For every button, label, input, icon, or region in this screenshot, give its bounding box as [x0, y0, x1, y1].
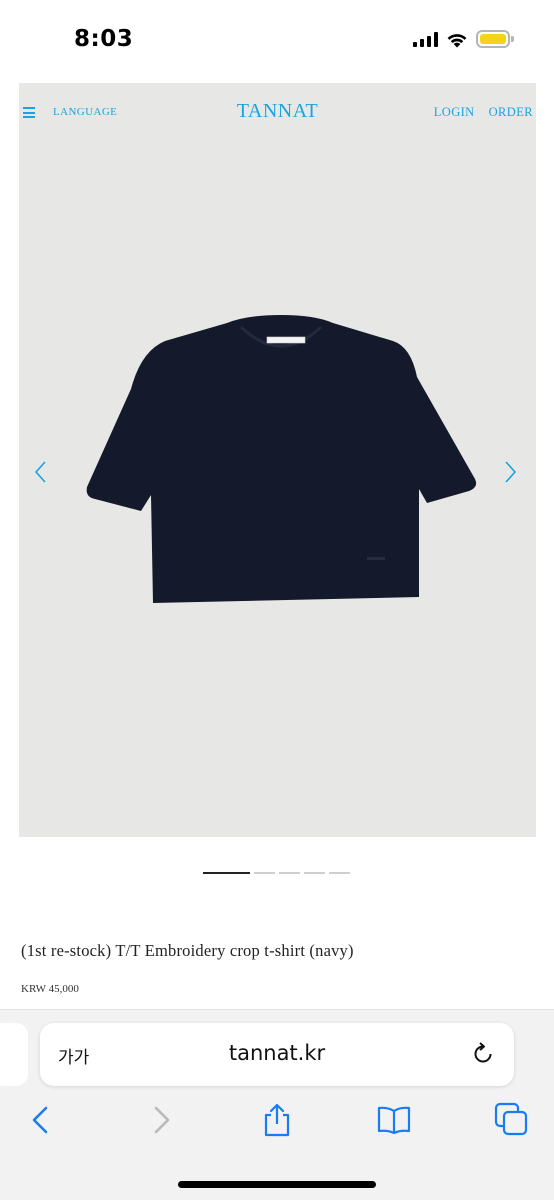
url-text[interactable]: tannat.kr	[40, 1041, 514, 1065]
pagination-dot[interactable]	[203, 872, 250, 874]
tabs-icon[interactable]	[494, 1102, 530, 1138]
pagination-dot[interactable]	[329, 872, 350, 874]
back-icon[interactable]	[23, 1102, 59, 1138]
chevron-right-icon[interactable]	[500, 459, 520, 485]
product-gallery[interactable]: LANGUAGE TANNAT LOGIN ORDER	[19, 83, 536, 837]
status-bar: 8:03	[0, 0, 554, 82]
status-icons	[413, 30, 514, 48]
pagination-dot[interactable]	[304, 872, 325, 874]
product-price: KRW 45,000	[21, 983, 79, 995]
address-bar[interactable]: 가가 tannat.kr	[40, 1023, 514, 1086]
bookmarks-icon[interactable]	[376, 1102, 412, 1138]
product-image-navy-crop-tshirt	[86, 315, 477, 603]
pagination-dot[interactable]	[279, 872, 300, 874]
battery-icon	[476, 30, 514, 48]
site-header: LANGUAGE TANNAT LOGIN ORDER	[19, 83, 536, 143]
previous-tab-preview[interactable]	[0, 1023, 28, 1086]
wifi-icon	[447, 33, 467, 47]
chevron-left-icon[interactable]	[31, 459, 51, 485]
browser-toolbar: 가가 tannat.kr	[0, 1009, 554, 1200]
battery-level	[480, 34, 506, 44]
status-time: 8:03	[74, 26, 134, 52]
product-title: (1st re-stock) T/T Embroidery crop t-shi…	[21, 941, 354, 960]
order-link[interactable]: ORDER	[489, 105, 533, 120]
gallery-pagination	[203, 872, 350, 874]
pagination-dot[interactable]	[254, 872, 275, 874]
cellular-signal-icon	[413, 31, 438, 47]
reload-icon[interactable]	[470, 1041, 496, 1067]
login-link[interactable]: LOGIN	[434, 105, 475, 120]
home-indicator	[178, 1181, 376, 1188]
header-nav: LOGIN ORDER	[434, 105, 533, 120]
forward-icon[interactable]	[143, 1102, 179, 1138]
share-icon[interactable]	[259, 1102, 295, 1138]
